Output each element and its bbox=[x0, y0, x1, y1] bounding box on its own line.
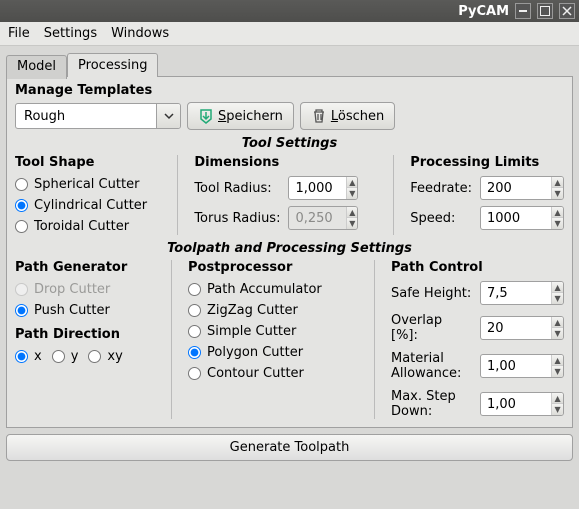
menu-settings[interactable]: Settings bbox=[44, 26, 97, 41]
radio-simple[interactable]: Simple Cutter bbox=[188, 323, 358, 340]
postprocessor-heading: Postprocessor bbox=[188, 260, 358, 275]
save-icon bbox=[198, 108, 214, 124]
safe-height-input[interactable]: ▲▼ bbox=[480, 281, 564, 305]
arrow-down-icon[interactable]: ▼ bbox=[552, 218, 563, 229]
arrow-up-icon[interactable]: ▲ bbox=[552, 355, 563, 366]
arrow-up-icon[interactable]: ▲ bbox=[552, 177, 563, 188]
speed-label: Speed: bbox=[410, 211, 472, 226]
dimensions-heading: Dimensions bbox=[194, 155, 377, 170]
arrow-up-icon[interactable]: ▲ bbox=[552, 282, 563, 293]
save-button[interactable]: SSpeichernpeichern bbox=[187, 102, 294, 130]
template-select-value: Rough bbox=[16, 109, 156, 124]
radio-toroidal[interactable]: Toroidal Cutter bbox=[15, 218, 161, 235]
template-select[interactable]: Rough bbox=[15, 103, 181, 129]
feedrate-label: Feedrate: bbox=[410, 181, 472, 196]
overlap-input[interactable]: ▲▼ bbox=[480, 316, 564, 340]
toolpath-title: Toolpath and Processing Settings bbox=[15, 241, 564, 256]
path-control-heading: Path Control bbox=[391, 260, 564, 275]
chevron-down-icon[interactable] bbox=[156, 103, 180, 129]
radio-dir-xy[interactable]: xy bbox=[88, 348, 122, 365]
limits-heading: Processing Limits bbox=[410, 155, 564, 170]
tool-shape-heading: Tool Shape bbox=[15, 155, 161, 170]
arrow-down-icon[interactable]: ▼ bbox=[552, 366, 563, 377]
radio-dir-x[interactable]: x bbox=[15, 348, 42, 365]
delete-button[interactable]: LöschenLöschen bbox=[300, 102, 395, 130]
close-icon[interactable] bbox=[559, 3, 575, 19]
arrow-up-icon[interactable]: ▲ bbox=[552, 393, 563, 404]
minimize-icon[interactable] bbox=[515, 3, 531, 19]
tool-settings-title: Tool Settings bbox=[15, 136, 564, 151]
tab-panel-processing: Manage Templates Rough SSpeichernpeicher… bbox=[6, 76, 573, 428]
radio-cylindrical[interactable]: Cylindrical Cutter bbox=[15, 197, 161, 214]
tool-radius-label: Tool Radius: bbox=[194, 181, 280, 196]
content: Model Processing Manage Templates Rough … bbox=[0, 46, 579, 467]
torus-radius-label: Torus Radius: bbox=[194, 211, 280, 226]
overlap-label: Overlap [%]: bbox=[391, 313, 472, 343]
direction-heading: Path Direction bbox=[15, 327, 155, 342]
allowance-label: Material Allowance: bbox=[391, 351, 472, 381]
arrow-up-icon[interactable]: ▲ bbox=[552, 317, 563, 328]
menu-file[interactable]: File bbox=[8, 26, 30, 41]
tabs: Model Processing bbox=[6, 53, 573, 77]
radio-zigzag[interactable]: ZigZag Cutter bbox=[188, 302, 358, 319]
radio-accumulator[interactable]: Path Accumulator bbox=[188, 281, 358, 298]
arrow-down-icon[interactable]: ▼ bbox=[552, 293, 563, 304]
menubar: File Settings Windows bbox=[0, 22, 579, 46]
delete-label: LöschenLöschen bbox=[331, 109, 384, 124]
window-title: PyCAM bbox=[458, 4, 509, 19]
tool-radius-input[interactable]: ▲▼ bbox=[288, 176, 358, 200]
feedrate-input[interactable]: ▲▼ bbox=[480, 176, 564, 200]
radio-push-cutter[interactable]: Push Cutter bbox=[15, 302, 155, 319]
templates-heading: Manage Templates bbox=[15, 83, 564, 98]
arrow-down-icon[interactable]: ▼ bbox=[552, 328, 563, 339]
arrow-up-icon[interactable]: ▲ bbox=[347, 177, 357, 188]
trash-icon bbox=[311, 108, 327, 124]
safe-height-label: Safe Height: bbox=[391, 286, 472, 301]
generate-toolpath-button[interactable]: Generate Toolpath bbox=[6, 434, 573, 461]
maximize-icon[interactable] bbox=[537, 3, 553, 19]
menu-windows[interactable]: Windows bbox=[111, 26, 169, 41]
arrow-down-icon[interactable]: ▼ bbox=[552, 188, 563, 199]
step-down-label: Max. Step Down: bbox=[391, 389, 472, 419]
speed-input[interactable]: ▲▼ bbox=[480, 206, 564, 230]
radio-polygon[interactable]: Polygon Cutter bbox=[188, 344, 358, 361]
allowance-input[interactable]: ▲▼ bbox=[480, 354, 564, 378]
radio-spherical[interactable]: Spherical Cutter bbox=[15, 176, 161, 193]
radio-dir-y[interactable]: y bbox=[52, 348, 79, 365]
titlebar: PyCAM bbox=[0, 0, 579, 22]
generator-heading: Path Generator bbox=[15, 260, 155, 275]
save-label: SSpeichernpeichern bbox=[218, 109, 283, 124]
arrow-up-icon[interactable]: ▲ bbox=[552, 207, 563, 218]
arrow-down-icon[interactable]: ▼ bbox=[552, 404, 563, 415]
tab-processing[interactable]: Processing bbox=[67, 53, 158, 77]
radio-contour[interactable]: Contour Cutter bbox=[188, 365, 358, 382]
tab-model[interactable]: Model bbox=[6, 55, 67, 79]
step-down-input[interactable]: ▲▼ bbox=[480, 392, 564, 416]
torus-radius-input: ▲▼ bbox=[288, 206, 358, 230]
radio-drop-cutter: Drop Cutter bbox=[15, 281, 155, 298]
arrow-down-icon[interactable]: ▼ bbox=[347, 188, 357, 199]
